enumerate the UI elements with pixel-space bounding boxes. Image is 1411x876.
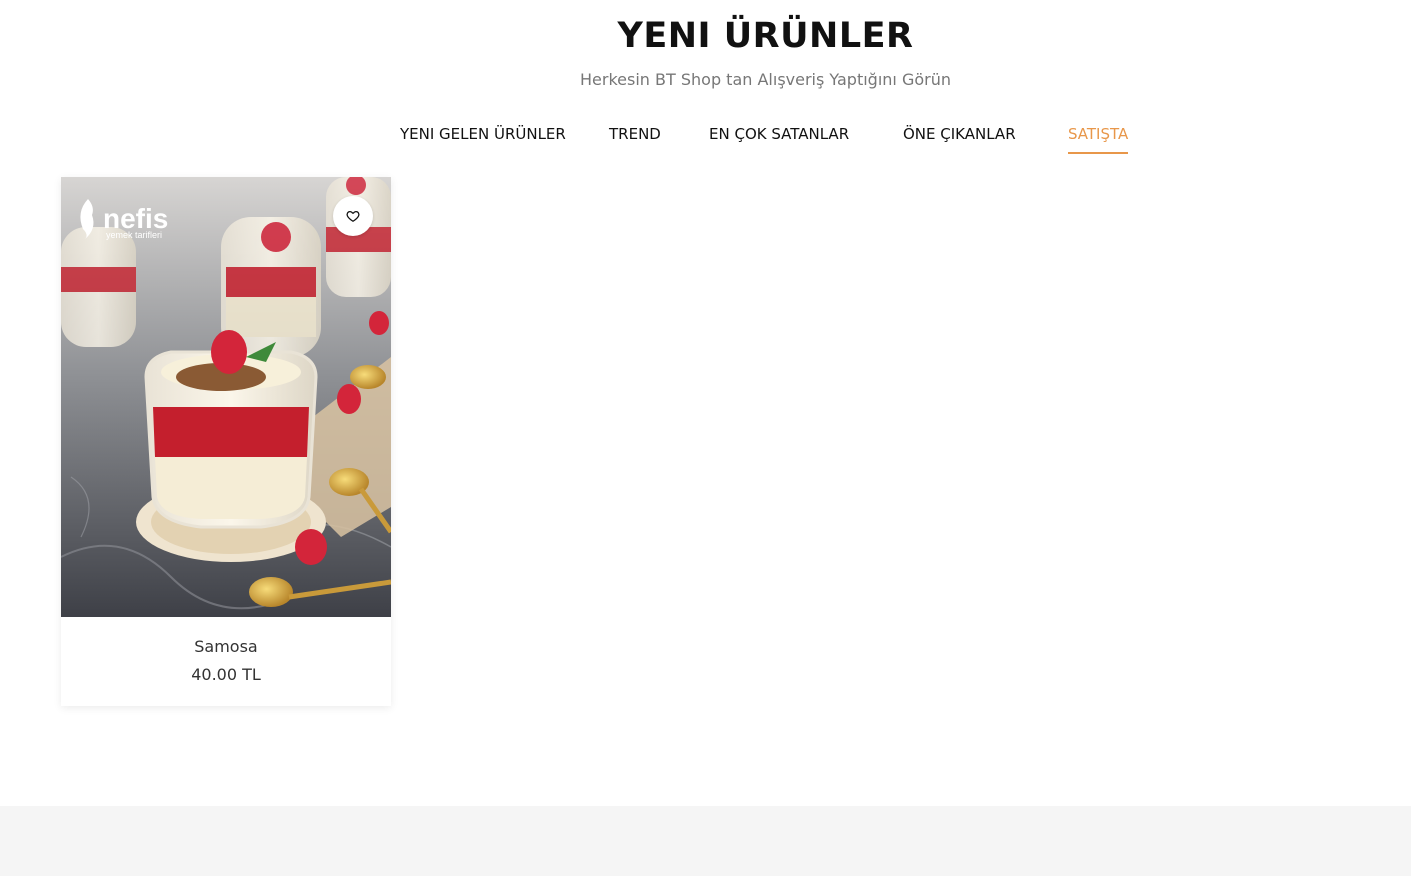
tab-trend[interactable]: TREND — [609, 124, 661, 154]
tab-best-sellers[interactable]: EN ÇOK SATANLAR — [709, 124, 849, 154]
section-subtitle: Herkesin BT Shop tan Alışveriş Yaptığını… — [580, 70, 951, 89]
wishlist-button[interactable] — [333, 196, 373, 236]
product-card[interactable]: nefis yemek tarifleri Samosa 40.00 TL — [61, 177, 391, 706]
product-name[interactable]: Samosa — [61, 637, 391, 656]
svg-text:yemek tarifleri: yemek tarifleri — [106, 230, 162, 240]
product-price: 40.00 TL — [191, 665, 261, 684]
product-image[interactable]: nefis yemek tarifleri — [61, 177, 391, 617]
heart-outline-icon — [346, 210, 360, 222]
product-tabs: YENI GELEN ÜRÜNLER TREND EN ÇOK SATANLAR… — [0, 124, 1411, 156]
section-title: YENI ÜRÜNLER — [617, 16, 914, 56]
tab-on-sale[interactable]: SATIŞTA — [1068, 124, 1129, 154]
footer-band — [0, 806, 1411, 876]
tab-new-arrivals[interactable]: YENI GELEN ÜRÜNLER — [400, 124, 566, 154]
tab-featured[interactable]: ÖNE ÇIKANLAR — [903, 124, 1016, 154]
dessert-photo: nefis yemek tarifleri — [61, 177, 391, 617]
